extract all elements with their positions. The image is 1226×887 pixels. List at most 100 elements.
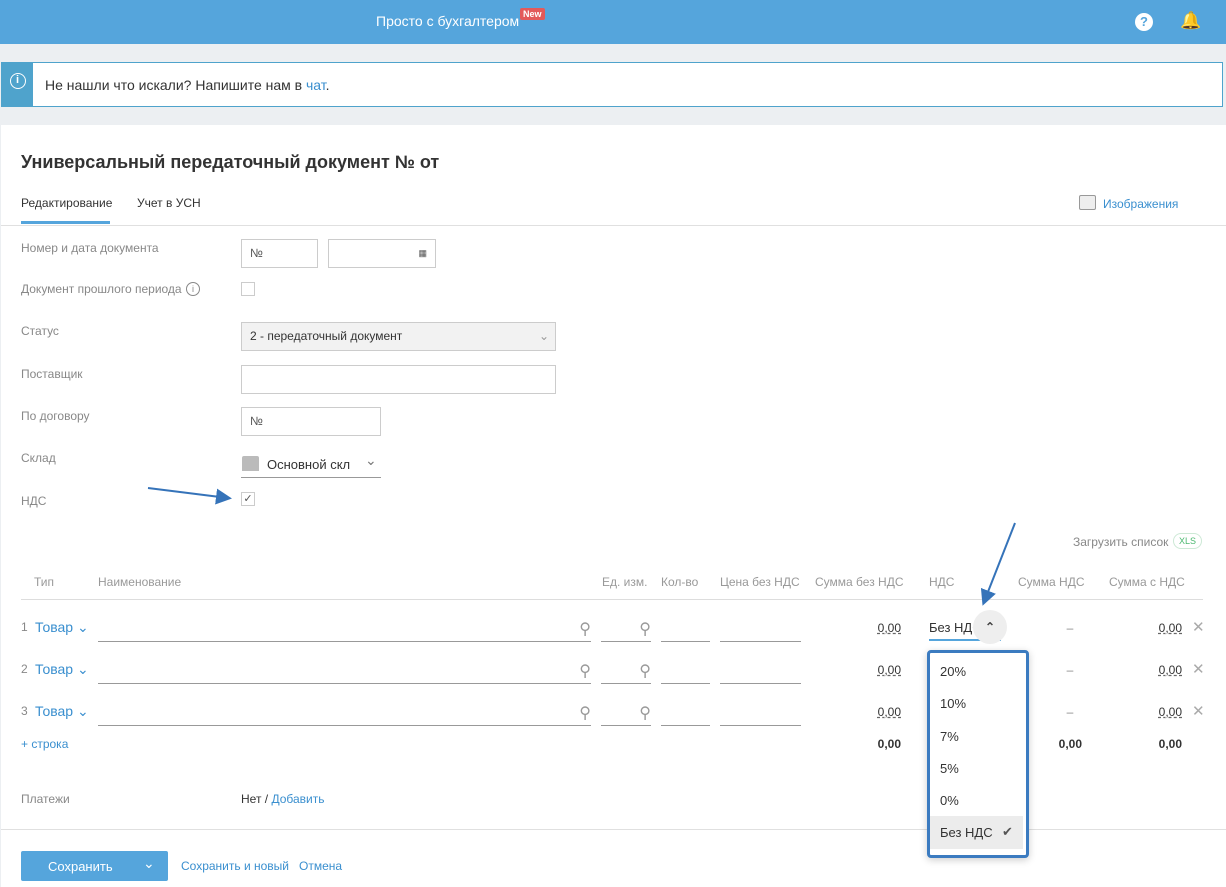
save-button[interactable]: Сохранить ⌄ bbox=[21, 851, 168, 881]
cancel-link[interactable]: Отмена bbox=[299, 859, 342, 873]
nds-checkbox[interactable]: ✓ bbox=[241, 492, 255, 506]
col-nds-sum: Сумма НДС bbox=[1018, 575, 1085, 589]
nds-option-none-label: Без НДС bbox=[940, 825, 993, 840]
row-number: 1 bbox=[21, 620, 28, 634]
status-label: Статус bbox=[21, 324, 59, 338]
chat-link[interactable]: чат bbox=[306, 77, 326, 93]
warehouse-value: Основной скл bbox=[267, 457, 351, 472]
search-icon[interactable]: ⚲ bbox=[579, 619, 591, 639]
row-total[interactable]: 0,00 bbox=[1131, 663, 1182, 677]
row-number: 3 bbox=[21, 704, 28, 718]
chevron-down-icon: ⌄ bbox=[77, 661, 89, 677]
row-type-select[interactable]: Товар ⌄ bbox=[35, 703, 89, 720]
nds-option-20[interactable]: 20% bbox=[940, 664, 966, 679]
row-type-select[interactable]: Товар ⌄ bbox=[35, 619, 89, 636]
nds-option-none[interactable]: Без НДС ✔ bbox=[930, 816, 1023, 849]
row-nds-sum: – bbox=[1066, 705, 1074, 719]
check-icon: ✔ bbox=[1002, 824, 1013, 839]
row-qty-input[interactable] bbox=[661, 619, 710, 642]
chevron-up-icon[interactable]: ⌃ bbox=[973, 610, 1007, 644]
row-qty-input[interactable] bbox=[661, 661, 710, 684]
chevron-down-icon[interactable]: ⌄ bbox=[143, 855, 155, 872]
status-value: 2 - передаточный документ bbox=[250, 329, 403, 343]
new-badge: New bbox=[520, 8, 545, 20]
prev-period-label: Документ прошлого периода bbox=[21, 282, 182, 296]
row-type-value: Товар bbox=[35, 619, 74, 635]
nds-option-10[interactable]: 10% bbox=[940, 696, 966, 711]
row-sum[interactable]: 0,00 bbox=[850, 663, 901, 677]
date-input[interactable]: ▦ bbox=[328, 239, 436, 268]
contract-label: По договору bbox=[21, 409, 90, 423]
help-icon[interactable]: ? bbox=[1135, 13, 1153, 31]
calendar-icon[interactable]: ▦ bbox=[418, 240, 427, 267]
row-total[interactable]: 0,00 bbox=[1131, 705, 1182, 719]
contract-input[interactable]: № bbox=[241, 407, 381, 436]
tab-editing[interactable]: Редактирование bbox=[21, 196, 112, 210]
info-icon: i bbox=[2, 63, 33, 106]
col-nds: НДС bbox=[929, 575, 955, 589]
chevron-down-icon: ⌄ bbox=[77, 619, 89, 635]
row-price-input[interactable] bbox=[720, 661, 801, 684]
brand-link[interactable]: Просто с бухгалтером bbox=[376, 13, 519, 29]
row-total[interactable]: 0,00 bbox=[1131, 621, 1182, 635]
row-name-input[interactable]: ⚲ bbox=[98, 619, 591, 642]
row-nds-sum: – bbox=[1066, 663, 1074, 677]
remove-row-icon[interactable]: ✕ bbox=[1192, 660, 1205, 678]
total-sum: 0,00 bbox=[877, 737, 901, 751]
col-unit: Ед. изм. bbox=[602, 575, 648, 589]
row-unit-input[interactable]: ⚲ bbox=[601, 619, 651, 642]
top-bar bbox=[0, 0, 1226, 44]
nds-option-0[interactable]: 0% bbox=[940, 793, 959, 808]
info-icon[interactable]: i bbox=[186, 282, 200, 296]
image-icon bbox=[1079, 195, 1096, 210]
col-price: Цена без НДС bbox=[720, 575, 800, 589]
row-unit-input[interactable]: ⚲ bbox=[601, 661, 651, 684]
warehouse-select[interactable]: Основной скл ⌄ bbox=[241, 450, 381, 478]
total-nds-sum: 0,00 bbox=[1058, 737, 1082, 751]
number-input[interactable]: № bbox=[241, 239, 318, 268]
tab-usn[interactable]: Учет в УСН bbox=[137, 196, 201, 210]
row-type-select[interactable]: Товар ⌄ bbox=[35, 661, 89, 678]
row-nds-sum: – bbox=[1066, 621, 1074, 635]
row-unit-input[interactable]: ⚲ bbox=[601, 703, 651, 726]
add-row-link[interactable]: + строка bbox=[21, 737, 68, 751]
save-and-new-link[interactable]: Сохранить и новый bbox=[181, 859, 289, 873]
col-qty: Кол-во bbox=[661, 575, 699, 589]
search-icon[interactable]: ⚲ bbox=[639, 619, 651, 639]
row-sum[interactable]: 0,00 bbox=[850, 621, 901, 635]
add-payment-link[interactable]: Добавить bbox=[271, 792, 324, 806]
row-price-input[interactable] bbox=[720, 703, 801, 726]
nds-label: НДС bbox=[21, 494, 47, 508]
search-icon[interactable]: ⚲ bbox=[579, 703, 591, 723]
total-with-nds: 0,00 bbox=[1158, 737, 1182, 751]
notice-text: Не нашли что искали? Напишите нам в bbox=[45, 77, 306, 93]
nds-dropdown-menu: 20% 10% 7% 5% 0% Без НДС ✔ bbox=[927, 650, 1029, 858]
search-icon[interactable]: ⚲ bbox=[639, 661, 651, 681]
status-select[interactable]: 2 - передаточный документ ⌄ bbox=[241, 322, 556, 351]
row-price-input[interactable] bbox=[720, 619, 801, 642]
prev-period-checkbox[interactable] bbox=[241, 282, 255, 296]
images-link[interactable]: Изображения bbox=[1103, 197, 1178, 211]
bell-icon[interactable]: 🔔 bbox=[1180, 11, 1201, 31]
divider bbox=[1, 225, 1226, 226]
nds-option-7[interactable]: 7% bbox=[940, 729, 959, 744]
row-sum[interactable]: 0,00 bbox=[850, 705, 901, 719]
xls-badge[interactable]: XLS bbox=[1173, 533, 1203, 549]
document-card bbox=[1, 125, 1226, 887]
col-sum: Сумма без НДС bbox=[815, 575, 904, 589]
search-icon[interactable]: ⚲ bbox=[639, 703, 651, 723]
row-nds-value: Без НДС bbox=[929, 620, 973, 635]
row-qty-input[interactable] bbox=[661, 703, 710, 726]
supplier-input[interactable] bbox=[241, 365, 556, 394]
row-name-input[interactable]: ⚲ bbox=[98, 703, 591, 726]
row-type-value: Товар bbox=[35, 661, 74, 677]
upload-list-link[interactable]: Загрузить список bbox=[1073, 535, 1168, 549]
page-title: Универсальный передаточный документ № от bbox=[21, 152, 440, 172]
remove-row-icon[interactable]: ✕ bbox=[1192, 618, 1205, 636]
supplier-label: Поставщик bbox=[21, 367, 83, 381]
row-name-input[interactable]: ⚲ bbox=[98, 661, 591, 684]
row-nds-select[interactable]: Без НДС ⌃ bbox=[929, 610, 1007, 644]
search-icon[interactable]: ⚲ bbox=[579, 661, 591, 681]
nds-option-5[interactable]: 5% bbox=[940, 761, 959, 776]
remove-row-icon[interactable]: ✕ bbox=[1192, 702, 1205, 720]
